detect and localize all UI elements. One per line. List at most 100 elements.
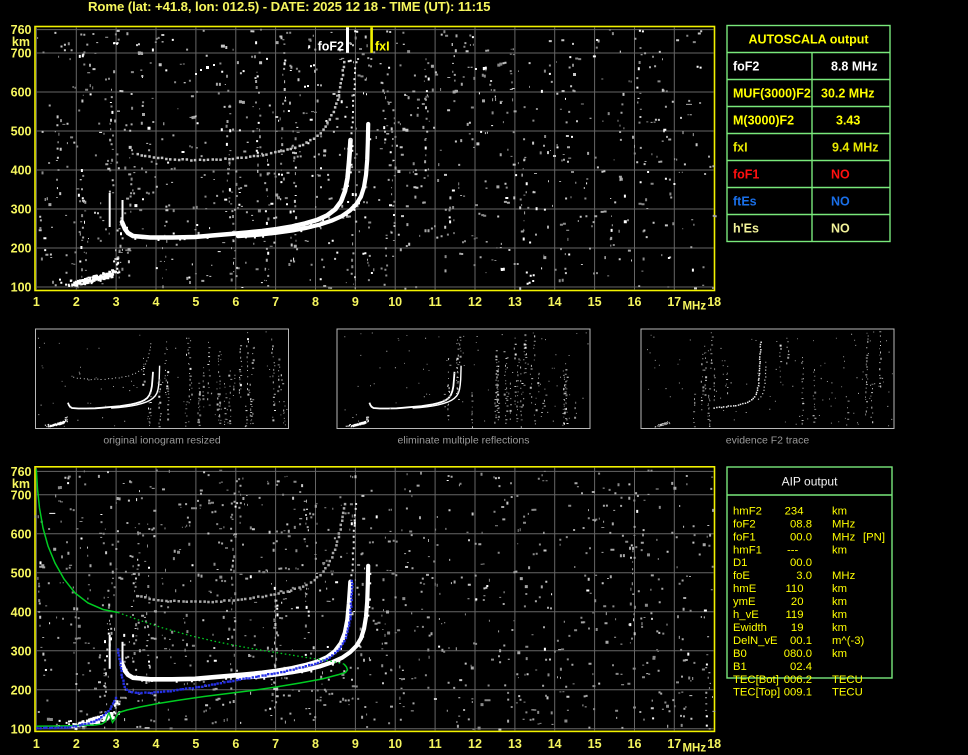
svg-text:ftEs: ftEs: [733, 195, 757, 209]
svg-text:hmE: hmE: [733, 583, 757, 595]
svg-text:TECU: TECU: [832, 687, 863, 699]
svg-text:D1: D1: [733, 557, 747, 569]
svg-text:119: 119: [785, 609, 803, 621]
svg-text:7: 7: [272, 295, 279, 309]
svg-text:00.0: 00.0: [790, 531, 812, 543]
svg-text:13: 13: [508, 737, 522, 751]
svg-text:110: 110: [785, 583, 803, 595]
svg-text:evidence F2 trace: evidence F2 trace: [726, 435, 810, 447]
svg-text:009.1: 009.1: [784, 687, 812, 699]
svg-text:foF1: foF1: [733, 168, 759, 182]
svg-text:2: 2: [73, 295, 80, 309]
svg-text:8: 8: [312, 737, 319, 751]
svg-text:AIP output: AIP output: [782, 475, 838, 489]
svg-text:400: 400: [11, 164, 32, 178]
svg-text:300: 300: [11, 203, 32, 217]
svg-text:1: 1: [33, 737, 40, 751]
svg-text:600: 600: [11, 527, 32, 541]
svg-text:500: 500: [11, 125, 32, 139]
svg-text:MHz: MHz: [832, 531, 856, 543]
svg-text:Rome (lat: +41.8, lon: 012.5): Rome (lat: +41.8, lon: 012.5) - DATE: 20…: [88, 0, 490, 14]
svg-text:3.0: 3.0: [796, 570, 812, 582]
svg-text:8.8 MHz: 8.8 MHz: [831, 60, 878, 74]
svg-text:200: 200: [11, 683, 32, 697]
svg-text:MUF(3000)F2: MUF(3000)F2: [733, 87, 811, 101]
svg-text:4: 4: [153, 737, 160, 751]
svg-text:080.0: 080.0: [784, 648, 812, 660]
svg-text:km: km: [832, 622, 847, 634]
svg-text:NO: NO: [831, 222, 850, 236]
svg-text:TEC[Bot]: TEC[Bot]: [733, 674, 779, 686]
svg-text:200: 200: [11, 242, 32, 256]
svg-text:100: 100: [11, 281, 32, 295]
svg-text:2: 2: [73, 737, 80, 751]
svg-text:11: 11: [428, 737, 441, 751]
svg-text:foF2: foF2: [733, 60, 759, 74]
svg-text:6: 6: [232, 295, 239, 309]
svg-text:7: 7: [272, 737, 279, 751]
svg-text:[PN]: [PN]: [863, 531, 885, 543]
svg-text:---: ---: [787, 544, 799, 556]
svg-text:17: 17: [667, 737, 681, 751]
svg-text:4: 4: [153, 295, 160, 309]
svg-text:TECU: TECU: [832, 674, 863, 686]
svg-text:NO: NO: [831, 168, 850, 182]
svg-text:km: km: [832, 583, 847, 595]
svg-text:10: 10: [388, 737, 402, 751]
svg-text:km: km: [832, 609, 847, 621]
svg-text:TEC[Top]: TEC[Top]: [733, 687, 780, 699]
svg-text:300: 300: [11, 644, 32, 658]
svg-text:600: 600: [11, 86, 32, 100]
svg-text:foE: foE: [733, 570, 750, 582]
svg-text:5: 5: [192, 737, 199, 751]
svg-text:fxI: fxI: [733, 141, 748, 155]
svg-text:11: 11: [428, 295, 441, 309]
svg-text:08.8: 08.8: [790, 518, 812, 530]
svg-text:02.4: 02.4: [790, 661, 812, 673]
svg-text:8: 8: [312, 295, 319, 309]
svg-text:00.1: 00.1: [790, 635, 812, 647]
svg-text:NO: NO: [831, 195, 850, 209]
svg-text:m^(-3): m^(-3): [832, 635, 865, 647]
svg-text:14: 14: [548, 737, 562, 751]
svg-text:MHz: MHz: [682, 301, 706, 313]
svg-text:14: 14: [548, 295, 562, 309]
svg-text:15: 15: [588, 737, 602, 751]
svg-text:eliminate multiple reflections: eliminate multiple reflections: [398, 435, 530, 447]
svg-text:B0: B0: [733, 648, 747, 660]
svg-text:9: 9: [352, 295, 359, 309]
svg-text:hmF2: hmF2: [733, 505, 762, 517]
svg-text:3.43: 3.43: [836, 114, 860, 128]
svg-text:foF2: foF2: [318, 40, 344, 54]
svg-text:hmF1: hmF1: [733, 544, 762, 556]
svg-text:18: 18: [707, 295, 721, 309]
svg-text:km: km: [832, 596, 847, 608]
svg-text:15: 15: [588, 295, 602, 309]
svg-text:ymE: ymE: [733, 596, 756, 608]
svg-text:00.0: 00.0: [790, 557, 812, 569]
svg-text:006.2: 006.2: [784, 674, 812, 686]
svg-text:13: 13: [508, 295, 522, 309]
svg-text:16: 16: [628, 295, 642, 309]
svg-text:1: 1: [33, 295, 40, 309]
svg-text:km: km: [832, 648, 847, 660]
svg-text:fxI: fxI: [375, 40, 390, 54]
svg-text:10: 10: [388, 295, 402, 309]
svg-text:100: 100: [11, 722, 32, 736]
svg-text:MHz: MHz: [832, 570, 856, 582]
svg-text:17: 17: [667, 295, 681, 309]
svg-text:MHz: MHz: [832, 518, 856, 530]
svg-text:foF2: foF2: [733, 518, 756, 530]
svg-text:AUTOSCALA output: AUTOSCALA output: [748, 33, 869, 47]
svg-text:400: 400: [11, 605, 32, 619]
svg-text:12: 12: [468, 295, 482, 309]
svg-text:12: 12: [468, 737, 482, 751]
svg-text:km: km: [832, 544, 847, 556]
svg-text:9: 9: [352, 737, 359, 751]
svg-text:km: km: [832, 505, 847, 517]
svg-text:foF1: foF1: [733, 531, 756, 543]
svg-text:h_vE: h_vE: [733, 609, 759, 621]
svg-text:km: km: [12, 35, 30, 49]
svg-text:MHz: MHz: [682, 743, 706, 755]
svg-text:9.4 MHz: 9.4 MHz: [832, 141, 879, 155]
